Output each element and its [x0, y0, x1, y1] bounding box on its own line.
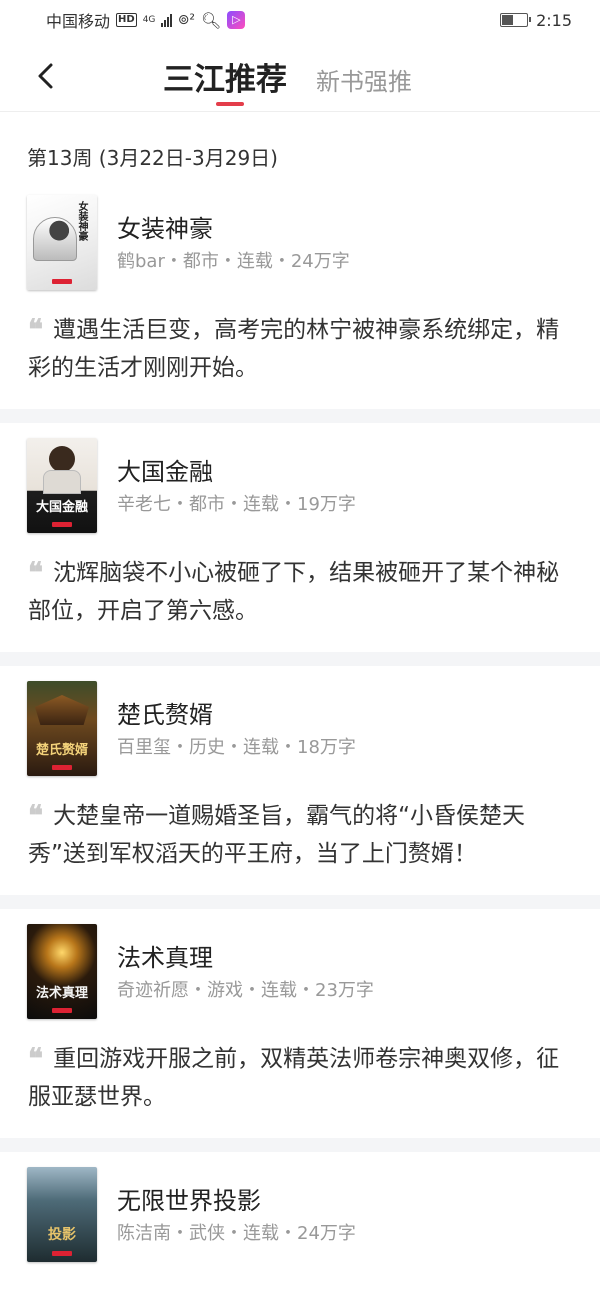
- cover-title: 大国金融: [35, 500, 88, 515]
- search-icon: 🔍︎: [201, 10, 222, 30]
- book-cover[interactable]: 大国金融: [27, 438, 97, 533]
- tab-new-book-push[interactable]: 新书强推: [316, 62, 412, 97]
- active-tab-indicator: [216, 102, 244, 106]
- cover-art: [35, 695, 89, 725]
- cover-art: [49, 446, 75, 472]
- publisher-badge-icon: [52, 279, 72, 284]
- book-title[interactable]: 楚氏赘婿: [117, 695, 213, 730]
- blurb-text: 重回游戏开服之前，双精英法师卷宗神奥双修，征服亚瑟世界。: [28, 1046, 560, 1110]
- chevron-left-icon[interactable]: [30, 58, 60, 94]
- cover-title: 楚氏赘婿: [35, 743, 88, 758]
- card-divider: [0, 409, 600, 423]
- battery-icon: [500, 13, 532, 27]
- book-cover[interactable]: 女装神豪: [27, 195, 97, 290]
- tab-sanjiang-recommend[interactable]: 三江推荐: [163, 54, 287, 99]
- book-header: 女装神豪 女装神豪 鹤bar・都市・连载・24万字: [0, 195, 600, 291]
- publisher-badge-icon: [52, 765, 72, 770]
- book-blurb: ❝ 遭遇生活巨变，高考完的林宁被神豪系统绑定，精彩的生活才刚刚开始。: [0, 291, 600, 409]
- blurb-text: 遭遇生活巨变，高考完的林宁被神豪系统绑定，精彩的生活才刚刚开始。: [28, 317, 560, 381]
- book-meta: 陈洁南・武侠・连载・24万字: [117, 1223, 356, 1244]
- card-divider: [0, 895, 600, 909]
- book-meta: 辛老七・都市・连载・19万字: [117, 494, 356, 515]
- book-blurb: ❝ 重回游戏开服之前，双精英法师卷宗神奥双修，征服亚瑟世界。: [0, 1020, 600, 1138]
- cover-title: 女装神豪: [76, 201, 87, 241]
- hd-icon: HD: [116, 13, 137, 27]
- book-cover[interactable]: 法术真理: [27, 924, 97, 1019]
- book-meta: 百里玺・历史・连载・18万字: [117, 737, 356, 758]
- book-blurb: ❝ 沈辉脑袋不小心被砸了下，结果被砸开了某个神秘部位，开启了第六感。: [0, 534, 600, 652]
- book-card[interactable]: 大国金融 大国金融 辛老七・都市・连载・19万字 ❝ 沈辉脑袋不小心被砸了下，结果…: [0, 423, 600, 652]
- cover-art: [33, 217, 77, 261]
- book-card[interactable]: 投影 无限世界投影 陈洁南・武侠・连载・24万字: [0, 1152, 600, 1263]
- hotspot-icon: ⊚²: [177, 12, 196, 28]
- publisher-badge-icon: [52, 1251, 72, 1256]
- blurb-text: 大楚皇帝一道赐婚圣旨，霸气的将“小昏侯楚天秀”送到军权滔天的平王府，当了上门赘婿…: [28, 803, 525, 867]
- carrier-label: 中国移动: [46, 12, 111, 31]
- app-notification-icon: ▷: [227, 11, 246, 29]
- book-card[interactable]: 女装神豪 女装神豪 鹤bar・都市・连载・24万字 ❝ 遭遇生活巨变，高考完的林宁…: [0, 180, 600, 409]
- status-bar: 中国移动 HD 4G ⊚² 🔍︎ ▷ 2:15: [0, 0, 600, 40]
- network-type-icon: 4G: [142, 14, 156, 25]
- book-title[interactable]: 法术真理: [117, 938, 213, 973]
- book-header: 大国金融 大国金融 辛老七・都市・连载・19万字: [0, 438, 600, 534]
- publisher-badge-icon: [52, 1008, 72, 1013]
- book-cover[interactable]: 投影: [27, 1167, 97, 1262]
- quote-icon: ❝: [28, 799, 44, 832]
- book-meta: 奇迹祈愿・游戏・连载・23万字: [117, 980, 374, 1001]
- blurb-text: 沈辉脑袋不小心被砸了下，结果被砸开了某个神秘部位，开启了第六感。: [28, 560, 560, 624]
- book-header: 法术真理 法术真理 奇迹祈愿・游戏・连载・23万字: [0, 924, 600, 1020]
- book-card[interactable]: 法术真理 法术真理 奇迹祈愿・游戏・连载・23万字 ❝ 重回游戏开服之前，双精英法…: [0, 909, 600, 1138]
- book-card[interactable]: 楚氏赘婿 楚氏赘婿 百里玺・历史・连载・18万字 ❝ 大楚皇帝一道赐婚圣旨，霸气的…: [0, 666, 600, 895]
- status-left: 中国移动 HD 4G ⊚² 🔍︎ ▷: [46, 8, 246, 32]
- card-divider: [0, 1138, 600, 1152]
- top-navbar: 三江推荐 新书强推: [0, 40, 600, 112]
- card-divider: [0, 652, 600, 666]
- cover-title: 投影: [48, 1227, 76, 1243]
- week-label: 第13周 (3月22日-3月29日): [27, 146, 278, 170]
- book-blurb: ❝ 大楚皇帝一道赐婚圣旨，霸气的将“小昏侯楚天秀”送到军权滔天的平王府，当了上门赘…: [0, 777, 600, 895]
- clock: 2:15: [536, 10, 572, 30]
- book-title[interactable]: 女装神豪: [117, 209, 213, 244]
- quote-icon: ❝: [28, 313, 44, 346]
- publisher-badge-icon: [52, 522, 72, 527]
- quote-icon: ❝: [28, 556, 44, 589]
- book-cover[interactable]: 楚氏赘婿: [27, 681, 97, 776]
- book-list: 女装神豪 女装神豪 鹤bar・都市・连载・24万字 ❝ 遭遇生活巨变，高考完的林宁…: [0, 180, 600, 1263]
- status-right: 2:15: [500, 11, 572, 30]
- book-title[interactable]: 无限世界投影: [117, 1181, 261, 1216]
- book-meta: 鹤bar・都市・连载・24万字: [117, 251, 350, 272]
- cover-title: 法术真理: [35, 986, 88, 1001]
- book-header: 楚氏赘婿 楚氏赘婿 百里玺・历史・连载・18万字: [0, 681, 600, 777]
- signal-icon: [160, 13, 172, 27]
- cover-art: [43, 470, 81, 494]
- book-header: 投影 无限世界投影 陈洁南・武侠・连载・24万字: [0, 1167, 600, 1263]
- book-title[interactable]: 大国金融: [117, 452, 213, 487]
- quote-icon: ❝: [28, 1042, 44, 1075]
- battery-level: [502, 15, 514, 25]
